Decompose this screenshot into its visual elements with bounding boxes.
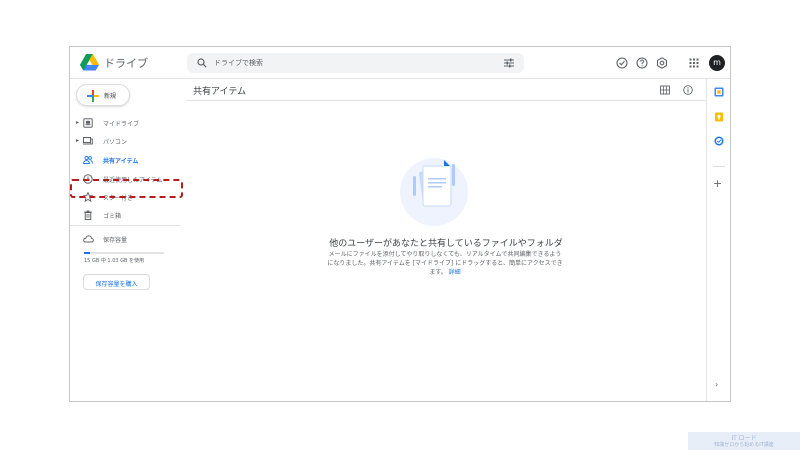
- sidebar-item-shared-with-me[interactable]: 共有アイテム: [70, 152, 186, 168]
- tasks-icon[interactable]: [714, 136, 724, 146]
- empty-state-title: 他のユーザーがあなたと共有しているファイルやフォルダ: [329, 239, 563, 249]
- sidebar-item-label: ゴミ箱: [103, 213, 122, 220]
- new-button-label: 新規: [104, 93, 117, 100]
- chevron-right-icon[interactable]: ›: [715, 380, 718, 389]
- new-button[interactable]: 新規: [76, 84, 130, 106]
- sidebar-item-computers[interactable]: ▸ パソコン: [70, 133, 186, 149]
- settings-gear-icon[interactable]: [656, 57, 668, 69]
- main-header: 共有アイテム: [186, 79, 706, 101]
- side-panel: + ›: [706, 79, 730, 401]
- storage-usage-fill: [84, 252, 90, 254]
- app-title: ドライブ: [104, 57, 148, 70]
- storage-usage-bar: [84, 252, 164, 254]
- calendar-icon[interactable]: [714, 87, 724, 97]
- top-bar: ドライブ ドライブで検索 m: [70, 47, 730, 79]
- cloud-icon: [83, 235, 94, 243]
- computer-icon: [83, 137, 93, 145]
- plus-icon: [87, 90, 99, 102]
- sidebar: 新規 ▸ マイドライブ ▸ パソコン 共有アイテム 最近使用したアイテム スター…: [70, 79, 186, 401]
- highlight-annotation: [70, 179, 183, 198]
- learn-more-link[interactable]: 詳細: [449, 269, 461, 276]
- storage-usage-text: 15 GB 中 1.03 GB を使用: [84, 258, 145, 264]
- page-title: 共有アイテム: [193, 87, 247, 97]
- empty-state-desc-line: メールにファイルを添付してやり取りしなくても、リアルタイムで共同編集できるよう: [328, 251, 562, 258]
- sidebar-item-label: パソコン: [103, 139, 128, 146]
- empty-state-desc-line: になりました。共有アイテムを [マイドライブ] にドラッグすると、簡単にアクセス…: [327, 260, 563, 267]
- sidebar-item-my-drive[interactable]: ▸ マイドライブ: [70, 115, 186, 131]
- keep-icon[interactable]: [714, 112, 724, 122]
- info-icon[interactable]: [683, 85, 693, 95]
- buy-storage-label: 保存容量を購入: [95, 281, 138, 288]
- side-panel-divider: [713, 166, 725, 167]
- search-placeholder[interactable]: ドライブで検索: [214, 58, 263, 68]
- help-icon[interactable]: [636, 57, 648, 69]
- trash-icon: [84, 210, 92, 220]
- watermark-subtitle: 知識ゼロから始めるIT講座: [714, 442, 774, 448]
- search-box[interactable]: ドライブで検索: [187, 53, 524, 73]
- expand-arrow-icon[interactable]: ▸: [76, 119, 79, 126]
- search-options-icon[interactable]: [504, 58, 514, 68]
- empty-state-desc-line-last: ます。 詳細: [314, 268, 576, 277]
- empty-state-description: メールにファイルを添付してやり取りしなくても、リアルタイムで共同編集できるよう …: [314, 250, 576, 277]
- grid-view-icon[interactable]: [660, 85, 670, 95]
- drive-logo-icon[interactable]: [80, 54, 99, 71]
- storage-label: 保存容量: [103, 237, 128, 244]
- shared-users-icon: [83, 155, 93, 164]
- sidebar-item-trash[interactable]: ゴミ箱: [70, 207, 186, 223]
- watermark: IT ロード 知識ゼロから始めるIT講座: [688, 432, 800, 450]
- drive-window: ドライブ ドライブで検索 m 新規 ▸ マイドライブ ▸ パソコン 共有アイテム…: [69, 46, 731, 402]
- sidebar-item-label: マイドライブ: [103, 121, 140, 128]
- apps-grid-icon[interactable]: [688, 57, 700, 69]
- buy-storage-button[interactable]: 保存容量を購入: [83, 274, 150, 290]
- offline-status-icon[interactable]: [616, 57, 628, 69]
- sidebar-item-storage[interactable]: 保存容量: [70, 231, 186, 247]
- my-drive-icon: [83, 118, 93, 128]
- shared-files-illustration: [400, 158, 468, 226]
- main-content: 共有アイテム 他のユーザーがあなたと共有しているファイルやフォルダ メールにファ…: [186, 79, 706, 401]
- account-avatar[interactable]: m: [709, 55, 725, 71]
- empty-state-desc-text: ます。: [429, 269, 447, 276]
- expand-arrow-icon[interactable]: ▸: [76, 137, 79, 144]
- sidebar-item-label: 共有アイテム: [103, 158, 139, 165]
- sidebar-divider: [70, 225, 180, 226]
- get-addons-plus-icon[interactable]: +: [713, 177, 722, 190]
- search-icon: [197, 58, 207, 68]
